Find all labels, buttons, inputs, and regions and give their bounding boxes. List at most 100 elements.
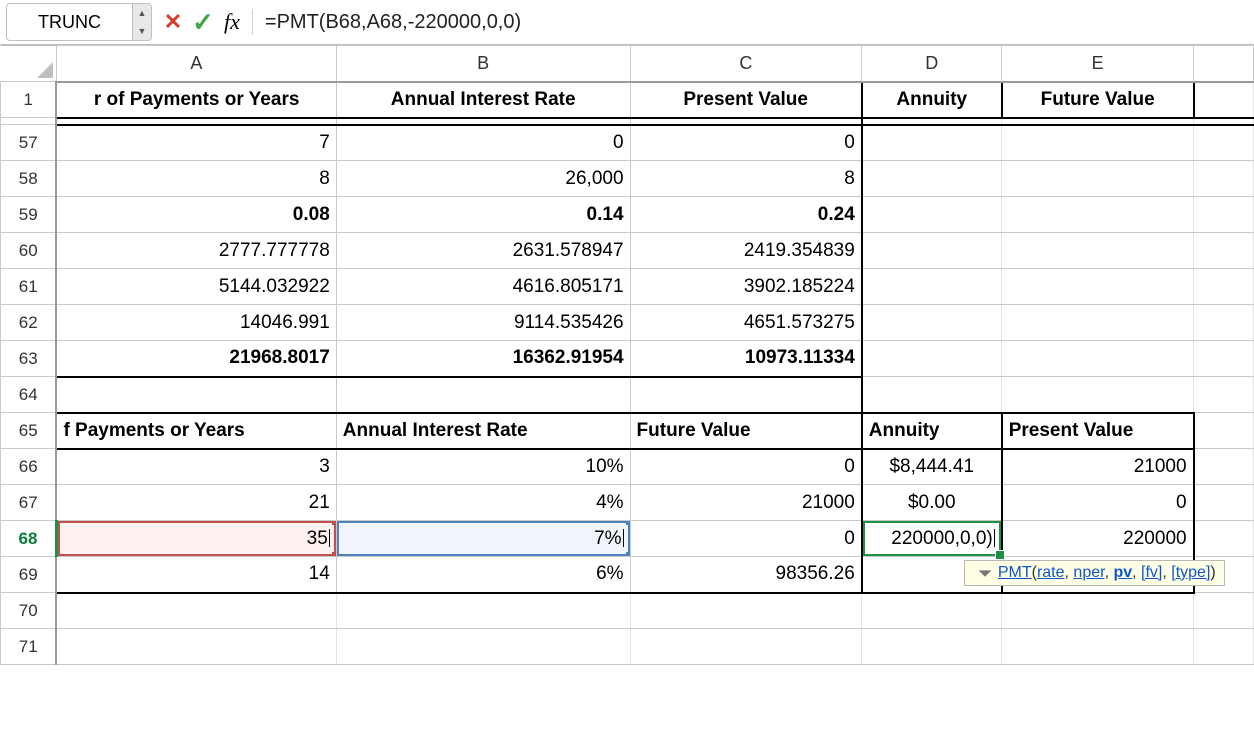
cell-C58[interactable]: 8 [630,161,862,197]
select-all-corner[interactable] [1,46,57,82]
cell-D1[interactable]: Annuity [862,82,1002,118]
cell-extra[interactable] [1194,82,1254,118]
cell-C59[interactable]: 0.24 [630,197,862,233]
spreadsheet-grid[interactable]: A B C D E 1 r of Payments or Years Annua… [0,45,1254,665]
cell-B69[interactable]: 6% [336,557,630,593]
fill-handle[interactable] [995,550,1005,560]
cell-C57[interactable]: 0 [630,125,862,161]
row-header[interactable]: 63 [1,341,57,377]
cell-B66[interactable]: 10% [336,449,630,485]
cell-E63[interactable] [1002,341,1194,377]
cell-B65[interactable]: Annual Interest Rate [336,413,630,449]
cell-E68[interactable]: 220000 [1002,521,1194,557]
cell-B59[interactable]: 0.14 [336,197,630,233]
cell-C62[interactable]: 4651.573275 [630,305,862,341]
cell-B57[interactable]: 0 [336,125,630,161]
cell-E64[interactable] [1002,377,1194,413]
cell-D63[interactable] [862,341,1002,377]
cancel-button[interactable]: ✕ [158,9,188,35]
row-header[interactable]: 68 [1,521,57,557]
row-header[interactable]: 58 [1,161,57,197]
cell-B67[interactable]: 4% [336,485,630,521]
cell-A65[interactable]: f Payments or Years [56,413,336,449]
cell-A69[interactable]: 14 [56,557,336,593]
name-box-spinner[interactable]: ▲ ▼ [132,4,151,40]
cell-A61[interactable]: 5144.032922 [56,269,336,305]
cell-B58[interactable]: 26,000 [336,161,630,197]
cell-E65[interactable]: Present Value [1002,413,1194,449]
cell-E67[interactable]: 0 [1002,485,1194,521]
col-B[interactable]: B [336,46,630,82]
row-header[interactable]: 64 [1,377,57,413]
cell-A67[interactable]: 21 [56,485,336,521]
row-header[interactable]: 61 [1,269,57,305]
col-A[interactable]: A [56,46,336,82]
cell-D68[interactable]: 220000,0,0) PMT(rate, nper, pv, [fv], [t… [862,521,1002,557]
cell-A63[interactable]: 21968.8017 [56,341,336,377]
row-header[interactable]: 70 [1,593,57,629]
col-D[interactable]: D [862,46,1002,82]
cell-C65[interactable]: Future Value [630,413,862,449]
cell-D62[interactable] [862,305,1002,341]
cell-C63[interactable]: 10973.11334 [630,341,862,377]
cell-D60[interactable] [862,233,1002,269]
cell-E61[interactable] [1002,269,1194,305]
row-header[interactable]: 65 [1,413,57,449]
cell-B63[interactable]: 16362.91954 [336,341,630,377]
cell-B60[interactable]: 2631.578947 [336,233,630,269]
cell-C69[interactable]: 98356.26 [630,557,862,593]
cell-C64[interactable] [630,377,862,413]
confirm-button[interactable]: ✓ [188,7,218,38]
row-header[interactable]: 66 [1,449,57,485]
cell-C60[interactable]: 2419.354839 [630,233,862,269]
cell-A57[interactable]: 7 [56,125,336,161]
fx-label[interactable]: fx [218,9,246,35]
cell-B61[interactable]: 4616.805171 [336,269,630,305]
spinner-down-icon[interactable]: ▼ [133,22,151,40]
cell-E1[interactable]: Future Value [1002,82,1194,118]
cell-C67[interactable]: 21000 [630,485,862,521]
cell-A60[interactable]: 2777.777778 [56,233,336,269]
row-header[interactable]: 57 [1,125,57,161]
cell-D65[interactable]: Annuity [862,413,1002,449]
cell-D64[interactable] [862,377,1002,413]
cell-B64[interactable] [336,377,630,413]
cell-A59[interactable]: 0.08 [56,197,336,233]
row-header[interactable]: 59 [1,197,57,233]
dropdown-icon[interactable] [977,564,993,580]
cell-E58[interactable] [1002,161,1194,197]
col-extra[interactable] [1194,46,1254,82]
cell-E57[interactable] [1002,125,1194,161]
cell-D61[interactable] [862,269,1002,305]
row-header[interactable]: 62 [1,305,57,341]
cell-E60[interactable] [1002,233,1194,269]
row-header[interactable]: 60 [1,233,57,269]
cell-C61[interactable]: 3902.185224 [630,269,862,305]
cell-B1[interactable]: Annual Interest Rate [336,82,630,118]
cell-D67[interactable]: $0.00 [862,485,1002,521]
cell-D59[interactable] [862,197,1002,233]
cell-C1[interactable]: Present Value [630,82,862,118]
row-header[interactable]: 67 [1,485,57,521]
cell-E62[interactable] [1002,305,1194,341]
cell-C68[interactable]: 0 [630,521,862,557]
cell-A68[interactable]: 35 [56,521,336,557]
cell-E66[interactable]: 21000 [1002,449,1194,485]
function-tooltip[interactable]: PMT(rate, nper, pv, [fv], [type]) [964,560,1224,586]
cell-B62[interactable]: 9114.535426 [336,305,630,341]
cell-A58[interactable]: 8 [56,161,336,197]
cell-A62[interactable]: 14046.991 [56,305,336,341]
cell-D58[interactable] [862,161,1002,197]
cell-E59[interactable] [1002,197,1194,233]
name-box[interactable]: TRUNC ▲ ▼ [6,3,152,41]
formula-input[interactable]: =PMT(B68,A68,-220000,0,0) [259,11,1254,34]
cell-D66[interactable]: $8,444.41 [862,449,1002,485]
cell-C66[interactable]: 0 [630,449,862,485]
col-E[interactable]: E [1002,46,1194,82]
col-C[interactable]: C [630,46,862,82]
cell-A1[interactable]: r of Payments or Years [56,82,336,118]
row-header[interactable]: 71 [1,629,57,665]
row-header[interactable]: 69 [1,557,57,593]
spinner-up-icon[interactable]: ▲ [133,4,151,22]
cell-A64[interactable] [56,377,336,413]
